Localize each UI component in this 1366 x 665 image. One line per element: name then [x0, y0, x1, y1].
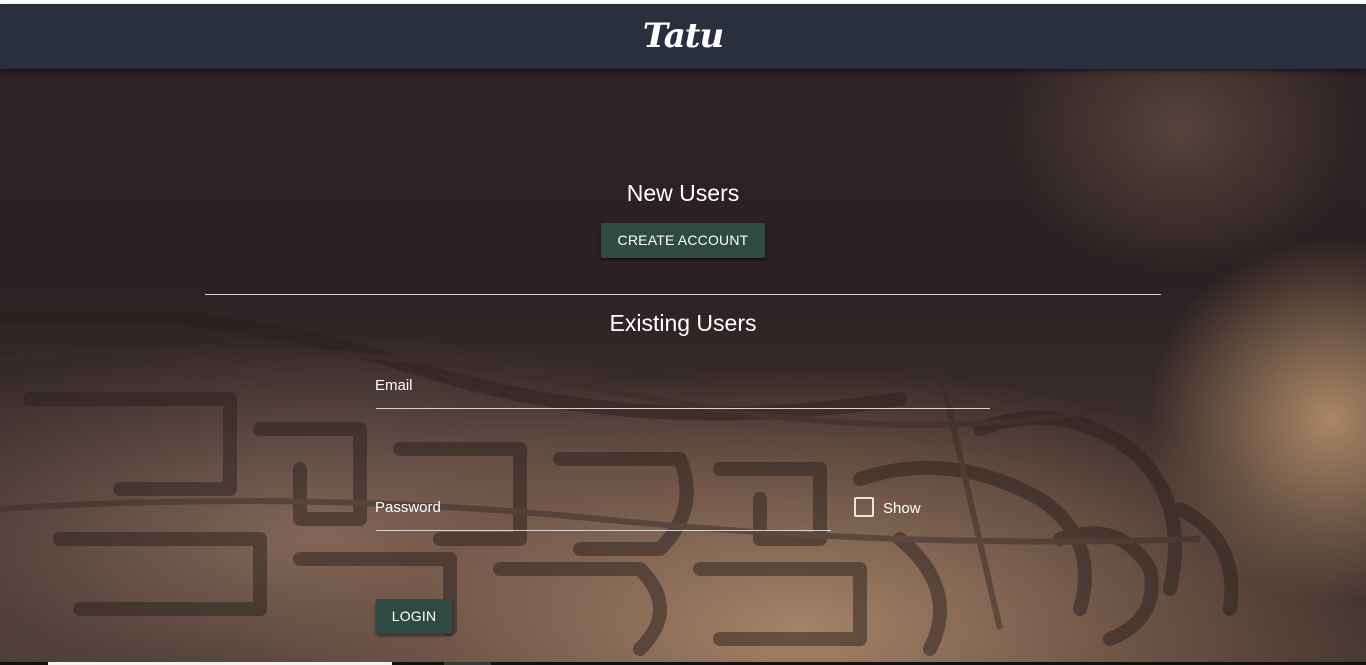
password-input[interactable]: [376, 517, 831, 531]
new-users-heading: New Users: [626, 180, 740, 206]
password-label: Password: [375, 499, 441, 516]
brand-logo[interactable]: Tatu: [0, 14, 1366, 58]
login-button[interactable]: LOGIN: [376, 599, 452, 634]
create-account-button[interactable]: CREATE ACCOUNT: [601, 223, 765, 258]
login-page: Tatu New Users CREATE ACCOUNT Existing U…: [0, 0, 1366, 665]
existing-users-heading: Existing Users: [609, 310, 757, 336]
email-label: Email: [375, 377, 413, 394]
email-input[interactable]: [376, 395, 990, 409]
show-password-label[interactable]: Show: [883, 500, 921, 518]
tattoo-background-image: [0, 307, 1239, 656]
section-divider: [205, 294, 1161, 295]
hero-background: [0, 69, 1366, 662]
show-password-checkbox[interactable]: [854, 497, 874, 517]
navbar: Tatu: [0, 4, 1366, 69]
